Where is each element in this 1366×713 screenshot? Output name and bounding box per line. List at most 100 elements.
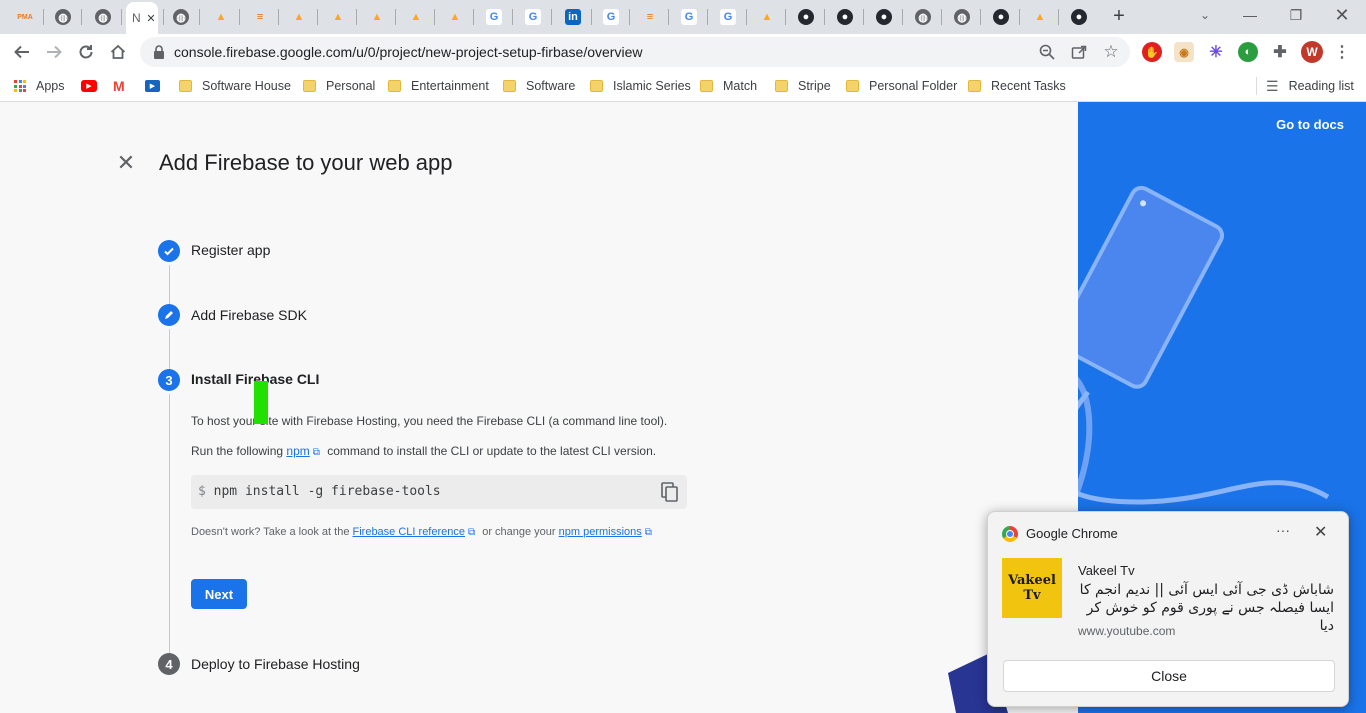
- browser-tab[interactable]: ▲: [436, 4, 474, 30]
- reading-list-label: Reading list: [1288, 79, 1354, 93]
- tab-separator: [863, 9, 864, 25]
- bookmark-folder[interactable]: Personal Folder: [846, 77, 957, 95]
- npm-link[interactable]: npm: [286, 444, 309, 458]
- minimize-icon[interactable]: —: [1230, 4, 1270, 26]
- browser-tab[interactable]: ●: [1060, 4, 1098, 30]
- command-text[interactable]: $ npm install -g firebase-tools: [198, 484, 441, 499]
- notification-close-icon[interactable]: ✕: [1314, 522, 1327, 542]
- browser-tab[interactable]: G: [709, 4, 747, 30]
- browser-tab[interactable]: G: [670, 4, 708, 30]
- tab-search-icon[interactable]: ⌄: [1196, 6, 1214, 24]
- browser-tab[interactable]: ▲: [358, 4, 396, 30]
- profile-avatar[interactable]: W: [1301, 41, 1323, 63]
- page-icon: N: [132, 11, 141, 25]
- browser-tab[interactable]: PMA: [6, 4, 44, 30]
- extension-globe-icon[interactable]: ◐: [1238, 42, 1258, 62]
- copy-icon[interactable]: [659, 481, 681, 503]
- extension-capture-icon[interactable]: ◉: [1174, 42, 1194, 62]
- bookmark-folder[interactable]: Islamic Series: [590, 77, 691, 95]
- browser-tab[interactable]: N ✕: [126, 2, 158, 34]
- address-bar[interactable]: console.firebase.google.com/u/0/project/…: [140, 37, 1130, 67]
- extension-purple-icon[interactable]: ✳: [1206, 42, 1226, 62]
- chrome-notification[interactable]: Google Chrome ··· ✕ Vakeel Tv Vakeel Tv …: [987, 511, 1349, 707]
- bookmark-folder[interactable]: Software House: [179, 77, 291, 95]
- extension-red-hand-icon[interactable]: ✋: [1142, 42, 1162, 62]
- bookmark-folder-label: Recent Tasks: [991, 79, 1066, 93]
- zoom-icon[interactable]: [1038, 43, 1056, 61]
- url-text[interactable]: console.firebase.google.com/u/0/project/…: [174, 44, 642, 60]
- bookmark-folder[interactable]: Recent Tasks: [968, 77, 1066, 95]
- video-bookmark-icon[interactable]: ▶: [145, 77, 160, 95]
- browser-tab[interactable]: ●: [826, 4, 864, 30]
- tab-close-icon[interactable]: ✕: [146, 12, 155, 25]
- notification-menu-icon[interactable]: ···: [1276, 522, 1290, 538]
- bookmark-folder-label: Personal: [326, 79, 376, 93]
- bookmark-star-icon[interactable]: ☆: [1102, 42, 1120, 61]
- notification-app-name: Google Chrome: [1026, 526, 1118, 541]
- bookmarks-divider: [1256, 77, 1257, 95]
- browser-tab[interactable]: ◍: [44, 4, 82, 30]
- browser-tab[interactable]: ▲: [1021, 4, 1059, 30]
- tab-separator: [941, 9, 942, 25]
- reading-list-button[interactable]: ☰ Reading list: [1266, 77, 1354, 95]
- back-icon[interactable]: [8, 38, 36, 66]
- firebase-icon: ▲: [332, 11, 344, 23]
- bookmark-folder[interactable]: Personal: [303, 77, 375, 95]
- browser-tab[interactable]: G: [514, 4, 552, 30]
- browser-tab[interactable]: ▲: [280, 4, 318, 30]
- browser-tab[interactable]: ▲: [202, 4, 240, 30]
- cli-reference-link[interactable]: Firebase CLI reference: [353, 526, 466, 538]
- bookmark-folder[interactable]: Entertainment: [388, 77, 489, 95]
- step-2-edit-icon: [158, 304, 180, 326]
- youtube-icon[interactable]: ▶: [81, 77, 97, 95]
- next-button[interactable]: Next: [191, 579, 247, 609]
- browser-tab[interactable]: ◍: [162, 4, 200, 30]
- github-icon: ●: [798, 9, 814, 25]
- reload-icon[interactable]: [72, 38, 100, 66]
- close-window-icon[interactable]: ✕: [1322, 4, 1362, 26]
- tab-separator: [199, 9, 200, 25]
- browser-tab[interactable]: in: [554, 4, 592, 30]
- bookmark-apps-label: Apps: [36, 79, 65, 93]
- google-icon: G: [681, 9, 697, 25]
- bookmark-folder[interactable]: Stripe: [775, 77, 831, 95]
- share-icon[interactable]: [1070, 43, 1088, 61]
- tab-separator: [746, 9, 747, 25]
- bookmark-folder[interactable]: Match: [700, 77, 757, 95]
- npm-permissions-link[interactable]: npm permissions: [559, 526, 642, 538]
- browser-tab[interactable]: ≡: [631, 4, 669, 30]
- notification-close-button[interactable]: Close: [1003, 660, 1335, 692]
- browser-tab[interactable]: ≡: [241, 4, 279, 30]
- browser-tab[interactable]: ●: [865, 4, 903, 30]
- restore-icon[interactable]: ❐: [1276, 4, 1316, 26]
- bookmark-folder-label: Personal Folder: [869, 79, 958, 93]
- browser-tab[interactable]: ◍: [904, 4, 942, 30]
- forward-icon[interactable]: [40, 38, 68, 66]
- step-3-number: 3: [158, 369, 180, 391]
- bookmark-apps[interactable]: Apps: [14, 77, 65, 95]
- browser-tab[interactable]: G: [592, 4, 630, 30]
- browser-tab[interactable]: ◍: [943, 4, 981, 30]
- browser-tab[interactable]: ▲: [397, 4, 435, 30]
- run-suffix: command to install the CLI or update to …: [327, 444, 657, 458]
- home-icon[interactable]: [104, 38, 132, 66]
- new-tab-button[interactable]: +: [1108, 5, 1130, 27]
- browser-tab[interactable]: ●: [787, 4, 825, 30]
- lock-icon[interactable]: [150, 43, 168, 61]
- close-icon[interactable]: ✕: [116, 150, 136, 175]
- firebase-icon: ▲: [761, 11, 773, 23]
- browser-tab[interactable]: ▲: [319, 4, 357, 30]
- github-icon: ●: [837, 9, 853, 25]
- browser-tab[interactable]: ◍: [84, 4, 122, 30]
- bookmark-folder[interactable]: Software: [503, 77, 575, 95]
- gmail-icon[interactable]: M: [113, 77, 125, 95]
- folder-icon: [700, 80, 713, 92]
- browser-tab[interactable]: ▲: [748, 4, 786, 30]
- browser-tab[interactable]: G: [475, 4, 513, 30]
- extensions-puzzle-icon[interactable]: ✚: [1270, 42, 1290, 62]
- bookmark-folder-label: Stripe: [798, 79, 831, 93]
- tab-separator: [512, 9, 513, 25]
- menu-icon[interactable]: ⋮: [1332, 42, 1352, 62]
- tab-separator: [1019, 9, 1020, 25]
- browser-tab[interactable]: ●: [982, 4, 1020, 30]
